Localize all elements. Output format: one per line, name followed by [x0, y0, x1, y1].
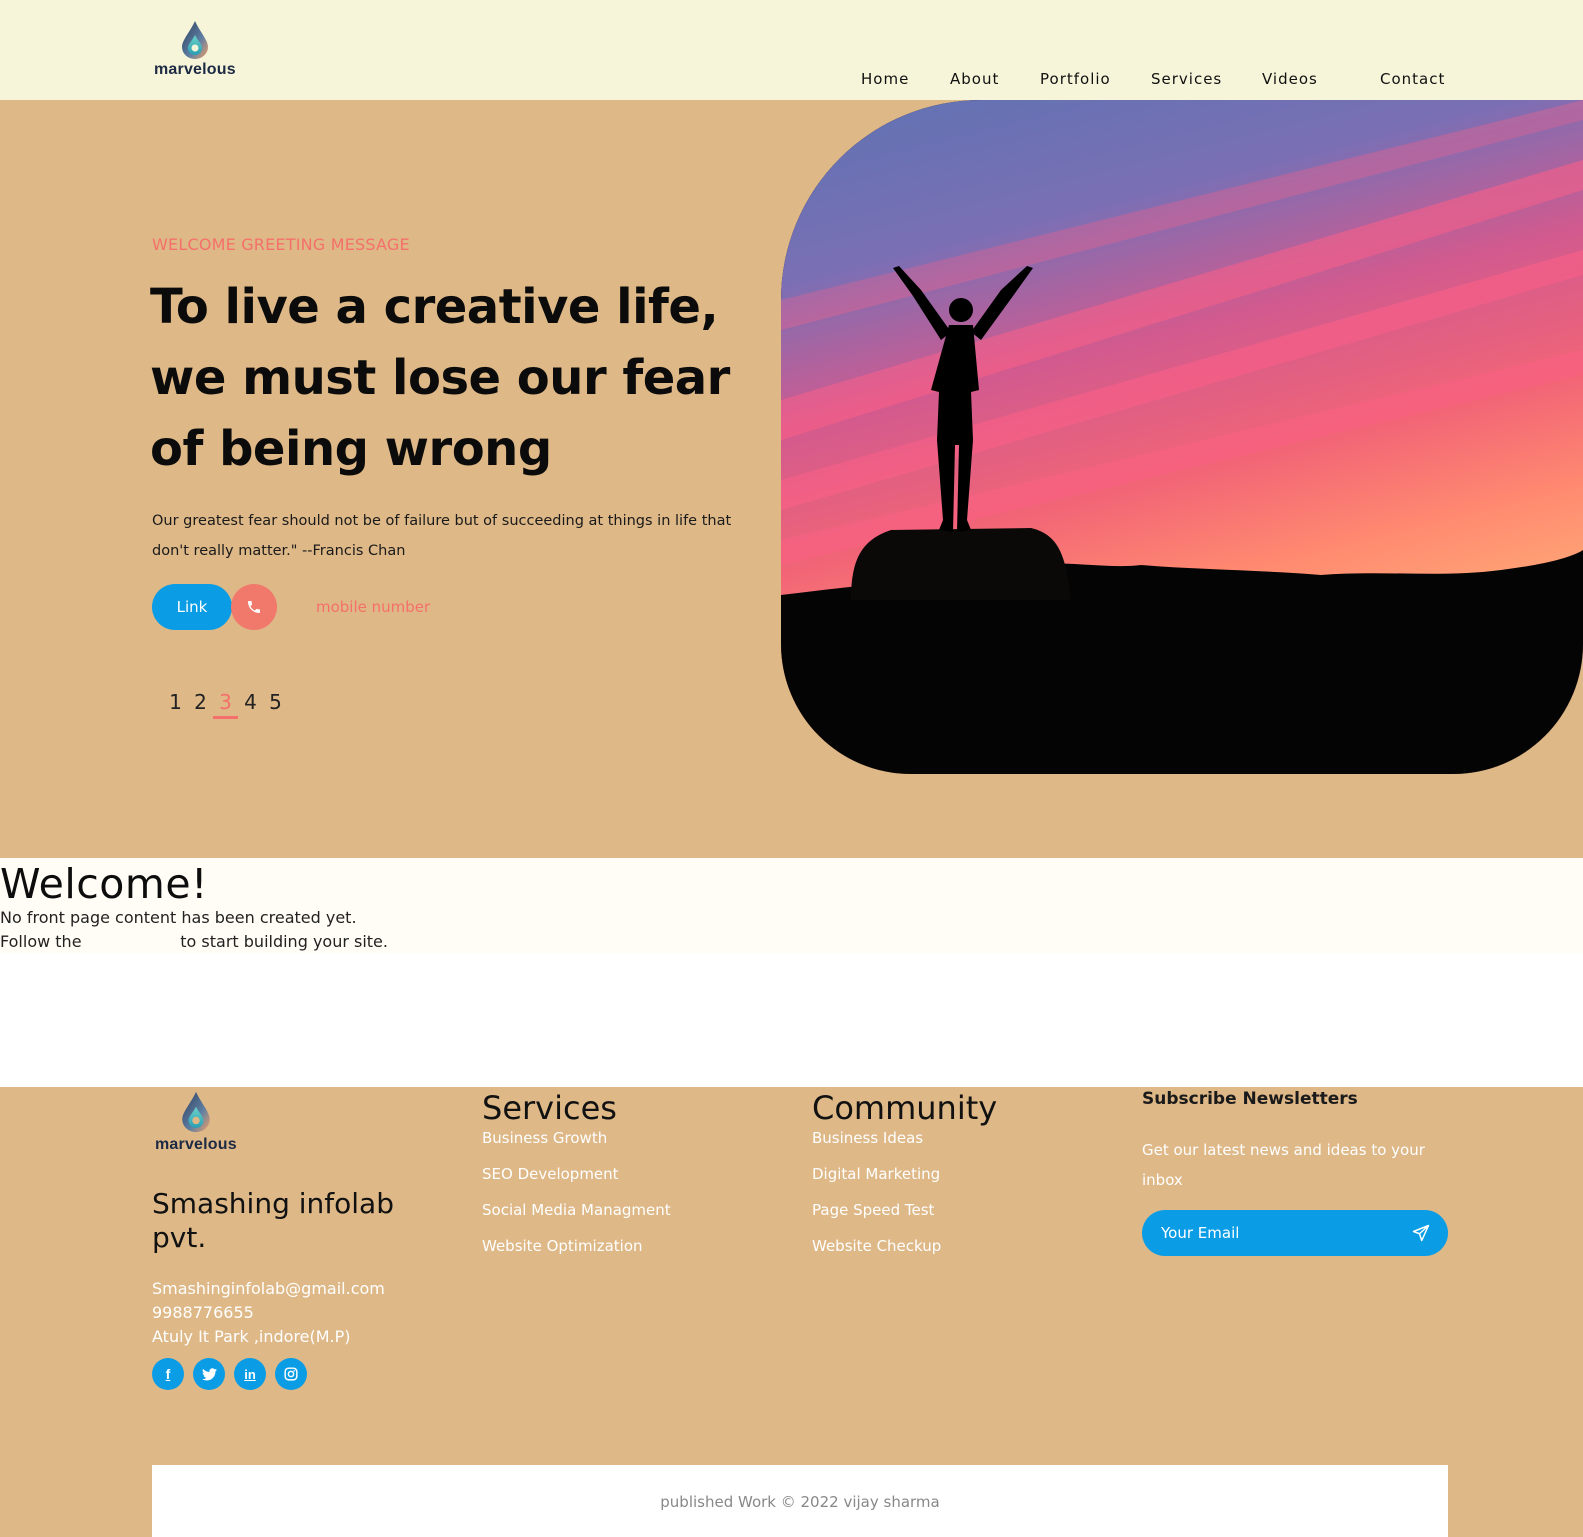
hero-greeting: WELCOME GREETING MESSAGE: [152, 235, 410, 254]
hero-quote: Our greatest fear should not be of failu…: [152, 513, 732, 559]
pager-item[interactable]: 4: [238, 690, 263, 719]
pager-item-active[interactable]: 3: [213, 690, 238, 719]
nav-contact[interactable]: Contact: [1380, 70, 1445, 88]
newsletter-text: Get our latest news and ideas to your in…: [1142, 1141, 1425, 1189]
drop-logo-icon: [181, 21, 208, 59]
company-name: Smashing infolab pvt.: [152, 1187, 394, 1254]
footer-link[interactable]: Business Ideas: [812, 1127, 997, 1149]
welcome-section: Welcome! No front page content has been …: [0, 858, 1583, 953]
contact-info: Smashinginfolab@gmail.com 9988776655 Atu…: [152, 1277, 385, 1349]
phone-icon: [248, 601, 260, 613]
contact-address: Atuly It Park ,indore(M.P): [152, 1327, 351, 1346]
paper-plane-icon: [1412, 1224, 1430, 1242]
email-subscribe-box: [1142, 1210, 1448, 1256]
services-heading: Services: [482, 1089, 617, 1127]
footer-link[interactable]: Social Media Managment: [482, 1192, 671, 1228]
copyright-text: published Work © 2022 vijay sharma: [660, 1493, 940, 1511]
facebook-icon[interactable]: f: [152, 1358, 184, 1390]
main-nav: Home About Portfolio Services Videos Con…: [0, 70, 1583, 90]
logo-text: marvelous: [155, 1136, 237, 1153]
site-footer: marvelous Smashing infolab pvt. Smashing…: [0, 1087, 1583, 1537]
footer-services-column: Services Business Growth SEO Development…: [482, 1087, 671, 1264]
welcome-heading: Welcome!: [0, 860, 208, 908]
footer-community-column: Community Business Ideas Digital Marketi…: [812, 1087, 997, 1264]
community-heading: Community: [812, 1089, 998, 1127]
slide-pager: 1 2 3 4 5: [163, 690, 288, 719]
footer-link[interactable]: Digital Marketing: [812, 1156, 997, 1192]
newsletter-heading: Subscribe Newsletters: [1142, 1089, 1358, 1109]
nav-home[interactable]: Home: [861, 70, 909, 88]
send-button[interactable]: [1408, 1220, 1434, 1246]
welcome-follow-text: Follow the User Guide to start building …: [0, 932, 388, 951]
nav-about[interactable]: About: [950, 70, 999, 88]
follow-text-after: to start building your site.: [180, 932, 388, 951]
contact-email[interactable]: Smashinginfolab@gmail.com: [152, 1277, 385, 1301]
sunset-silhouette-image: [781, 100, 1583, 774]
social-links: f in: [152, 1358, 307, 1390]
instagram-icon[interactable]: [275, 1358, 307, 1390]
mobile-number-link[interactable]: mobile number: [316, 598, 430, 616]
footer-link[interactable]: Website Optimization: [482, 1228, 671, 1264]
phone-button[interactable]: [231, 584, 277, 630]
hero-section: WELCOME GREETING MESSAGE To live a creat…: [0, 100, 1583, 858]
footer-link[interactable]: SEO Development: [482, 1156, 671, 1192]
footer-logo[interactable]: marvelous: [155, 1089, 237, 1154]
nav-videos[interactable]: Videos: [1262, 70, 1318, 88]
pager-item[interactable]: 1: [163, 690, 188, 719]
email-input[interactable]: [1161, 1222, 1381, 1244]
hero-title: To live a creative life, we must lose ou…: [150, 279, 730, 477]
follow-text-before: Follow the: [0, 932, 82, 951]
copyright-bar: published Work © 2022 vijay sharma: [152, 1465, 1448, 1537]
hero-image: [781, 100, 1583, 774]
user-guide-link[interactable]: User Guide: [87, 932, 176, 951]
twitter-icon[interactable]: [193, 1358, 225, 1390]
newsletter-section: Subscribe Newsletters Get our latest new…: [1142, 1087, 1448, 1256]
pager-item[interactable]: 2: [188, 690, 213, 719]
welcome-text: No front page content has been created y…: [0, 908, 357, 927]
footer-link[interactable]: Page Speed Test: [812, 1192, 997, 1228]
link-button[interactable]: Link: [152, 584, 232, 630]
footer-link[interactable]: Business Growth: [482, 1127, 671, 1149]
contact-phone[interactable]: 9988776655: [152, 1301, 385, 1325]
drop-logo-icon: [182, 1091, 210, 1133]
nav-services[interactable]: Services: [1151, 70, 1222, 88]
nav-portfolio[interactable]: Portfolio: [1040, 70, 1111, 88]
footer-link[interactable]: Website Checkup: [812, 1228, 997, 1264]
linkedin-icon[interactable]: in: [234, 1358, 266, 1390]
site-header: marvelous Home About Portfolio Services …: [0, 0, 1583, 100]
pager-item[interactable]: 5: [263, 690, 288, 719]
